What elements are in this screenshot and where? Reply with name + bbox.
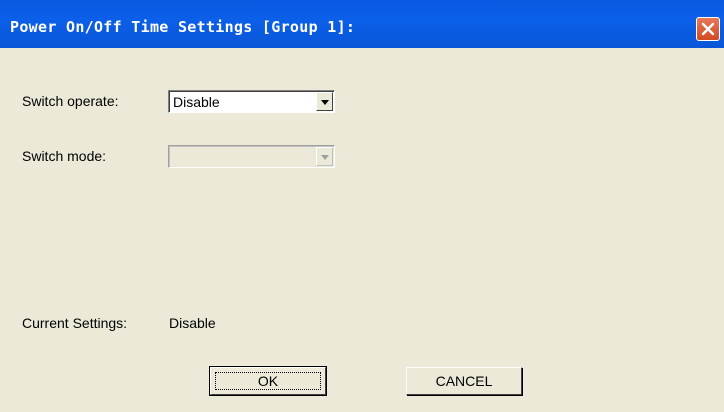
switch-mode-select[interactable] (168, 145, 335, 168)
ok-button[interactable]: OK (209, 366, 327, 396)
title-bar[interactable]: Power On/Off Time Settings [Group 1]: (0, 0, 724, 48)
cancel-button-label: CANCEL (435, 373, 493, 389)
switch-mode-dropdown-button[interactable] (316, 147, 333, 166)
switch-operate-label: Switch operate: (22, 93, 119, 109)
switch-operate-dropdown-button[interactable] (316, 92, 333, 111)
chevron-down-icon (321, 155, 329, 160)
switch-operate-select[interactable]: Disable (168, 90, 335, 113)
current-settings-label: Current Settings: (22, 315, 128, 331)
switch-mode-label: Switch mode: (22, 148, 107, 164)
chevron-down-icon (321, 100, 329, 105)
cancel-button[interactable]: CANCEL (406, 367, 522, 395)
window-title: Power On/Off Time Settings [Group 1]: (10, 18, 356, 36)
close-button[interactable] (696, 17, 720, 41)
current-settings-value: Disable (169, 315, 216, 331)
close-icon (701, 22, 715, 36)
ok-button-label: OK (257, 373, 279, 389)
dialog-window: Power On/Off Time Settings [Group 1]: Sw… (0, 0, 724, 412)
switch-operate-value: Disable (173, 94, 220, 110)
